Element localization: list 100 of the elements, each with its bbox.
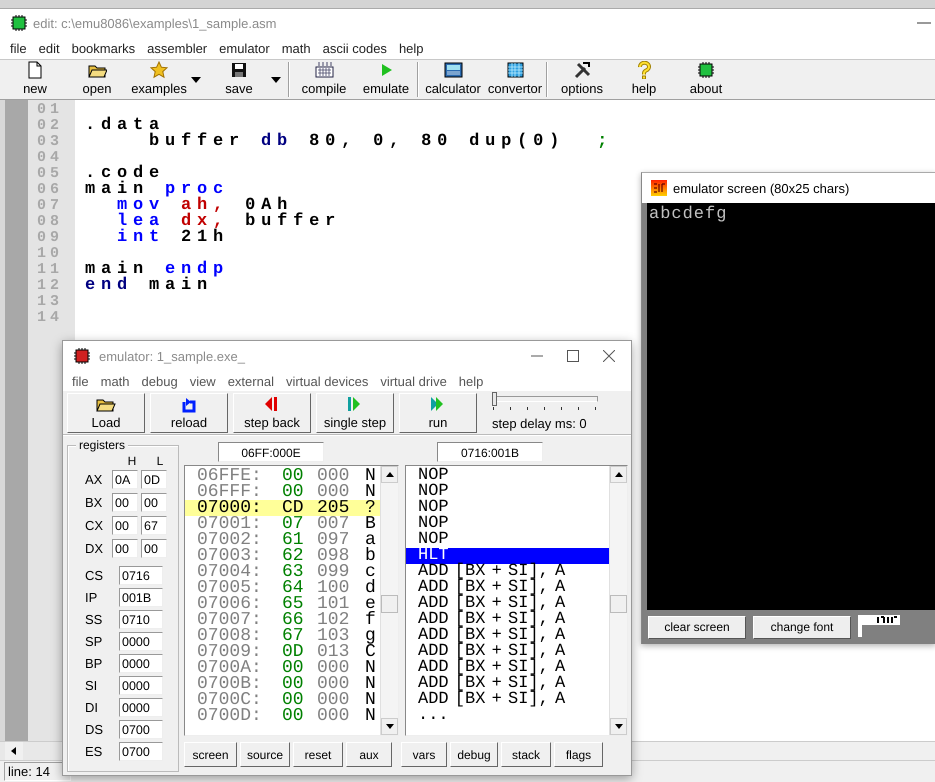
menu-item[interactable]: file xyxy=(4,40,33,56)
register-field[interactable]: 67 xyxy=(141,516,167,535)
address-field[interactable]: 0716:001B xyxy=(437,442,543,462)
slider-thumb[interactable] xyxy=(492,392,497,406)
disassembly-line[interactable]: ... xyxy=(406,708,609,724)
register-field[interactable]: 0700 xyxy=(119,720,163,738)
menu-item[interactable]: edit xyxy=(32,40,66,56)
disassembly-line[interactable]: ADD [BX + SI], A xyxy=(406,612,609,628)
register-field[interactable]: 0A xyxy=(112,470,138,489)
register-field[interactable]: 0716 xyxy=(119,566,163,584)
menu-item[interactable]: file xyxy=(66,374,95,388)
toolbar-button[interactable]: calculator xyxy=(422,60,484,99)
memory-row[interactable]: 0700C: 00 000 N xyxy=(185,692,380,708)
panel-button[interactable]: stack xyxy=(501,742,551,767)
toolbar-button[interactable]: save xyxy=(208,60,270,99)
menu-item[interactable]: math xyxy=(276,40,317,56)
register-field[interactable]: 00 xyxy=(141,493,167,512)
toolbar-button[interactable]: open xyxy=(66,60,128,99)
memory-row[interactable]: 07003: 62 098 b xyxy=(185,548,380,564)
disassembly-line[interactable]: ADD [BX + SI], A xyxy=(406,692,609,708)
memory-row[interactable]: 07002: 61 097 a xyxy=(185,532,380,548)
scrollbar[interactable] xyxy=(380,466,398,735)
register-field[interactable]: 0000 xyxy=(119,676,163,694)
panel-button[interactable]: source xyxy=(240,742,290,767)
memory-row[interactable]: 0700A: 00 000 N xyxy=(185,660,380,676)
register-field[interactable]: 001B xyxy=(119,588,163,606)
disassembly-line[interactable]: ADD [BX + SI], A xyxy=(406,596,609,612)
memory-row[interactable]: 07000: CD 205 ? xyxy=(185,500,380,516)
scroll-up-button[interactable] xyxy=(610,466,627,483)
register-field[interactable]: 00 xyxy=(112,516,138,535)
toolbar-button[interactable]: step back xyxy=(233,392,311,432)
memory-row[interactable]: 07009: 0D 013 C xyxy=(185,644,380,660)
toolbar-button[interactable]: new xyxy=(4,60,66,99)
toolbar-button[interactable]: Load xyxy=(67,392,145,432)
disassembly-line[interactable]: ADD [BX + SI], A xyxy=(406,660,609,676)
scrollbar[interactable] xyxy=(609,466,627,735)
panel-button[interactable]: screen xyxy=(184,742,237,767)
disassembly-line[interactable]: NOP xyxy=(406,532,609,548)
scroll-down-button[interactable] xyxy=(610,718,627,735)
memory-row[interactable]: 07006: 65 101 e xyxy=(185,596,380,612)
disassembly-line[interactable]: NOP xyxy=(406,500,609,516)
memory-row[interactable]: 07007: 66 102 f xyxy=(185,612,380,628)
toolbar-button[interactable]: about xyxy=(675,60,737,99)
toolbar-button[interactable]: convertor xyxy=(484,60,546,99)
register-field[interactable]: 0000 xyxy=(119,698,163,716)
register-field[interactable]: 0000 xyxy=(119,632,163,650)
change-font-button[interactable]: change font xyxy=(753,616,851,638)
scroll-left-button[interactable] xyxy=(5,742,23,760)
panel-button[interactable]: reset xyxy=(293,742,343,767)
memory-row[interactable]: 06FFF: 00 000 N xyxy=(185,484,380,500)
scroll-thumb[interactable] xyxy=(381,595,398,613)
register-field[interactable]: 00 xyxy=(141,539,167,558)
toolbar-button[interactable]: compile xyxy=(293,60,355,99)
caret-icon[interactable] xyxy=(190,76,202,84)
memory-list[interactable] xyxy=(184,465,399,736)
disassembly-line[interactable]: ADD [BX + SI], A xyxy=(406,564,609,580)
disassembly-line[interactable]: NOP xyxy=(406,468,609,484)
memory-row[interactable]: 0700D: 00 000 N xyxy=(185,708,380,724)
register-field[interactable]: 00 xyxy=(112,539,138,558)
address-field[interactable]: 06FF:000E xyxy=(218,442,324,462)
memory-row[interactable]: 07005: 64 100 d xyxy=(185,580,380,596)
menu-item[interactable]: math xyxy=(94,374,136,388)
toolbar-button[interactable]: emulate xyxy=(355,60,417,99)
menu-item[interactable]: help xyxy=(392,40,430,56)
disassembly-line[interactable]: NOP xyxy=(406,516,609,532)
toolbar-button[interactable]: single step xyxy=(316,392,394,432)
disassembly-line[interactable]: ADD [BX + SI], A xyxy=(406,644,609,660)
close-icon[interactable] xyxy=(603,350,615,362)
disassembly-line[interactable]: NOP xyxy=(406,484,609,500)
clear-screen-button[interactable]: clear screen xyxy=(648,616,746,638)
scroll-down-button[interactable] xyxy=(381,718,398,735)
disassembly-line[interactable]: ADD [BX + SI], A xyxy=(406,676,609,692)
toolbar-button[interactable]: options xyxy=(551,60,613,99)
horizontal-scrollbar[interactable] xyxy=(0,742,61,760)
register-field[interactable]: 0D xyxy=(141,470,167,489)
menu-item[interactable]: view xyxy=(184,374,222,388)
disassembly-list[interactable]: NOP NOP NOP NOP NOP HLT ADD [BX + SI], A ADD [BX + SI], A ADD [BX + SI], A ADD [BX + SI], A ADD [BX + SI], A ADD [BX + SI], A ADD [BX + SI], A ADD [BX + SI], A ADD [BX + SI], A ... xyxy=(405,465,628,736)
memory-row[interactable]: 0700B: 00 000 N xyxy=(185,676,380,692)
memory-row[interactable]: 07001: 07 007 B xyxy=(185,516,380,532)
memory-row[interactable]: 06FFE: 00 000 N xyxy=(185,468,380,484)
panel-button[interactable]: vars xyxy=(401,742,447,767)
panel-button[interactable]: debug xyxy=(450,742,498,767)
toolbar-button[interactable]: examples xyxy=(128,60,190,99)
toolbar-button[interactable]: reload xyxy=(150,392,228,432)
panel-button[interactable]: flags xyxy=(554,742,603,767)
register-field[interactable]: 0000 xyxy=(119,654,163,672)
menu-item[interactable]: virtual drive xyxy=(374,374,453,388)
register-field[interactable]: 00 xyxy=(112,493,138,512)
register-field[interactable]: 0700 xyxy=(119,742,163,760)
menu-item[interactable]: ascii codes xyxy=(316,40,393,56)
scroll-up-button[interactable] xyxy=(381,466,398,483)
toolbar-button[interactable]: run xyxy=(399,392,477,432)
disassembly-line[interactable]: ADD [BX + SI], A xyxy=(406,580,609,596)
memory-row[interactable]: 07004: 63 099 c xyxy=(185,564,380,580)
menu-item[interactable]: external xyxy=(222,374,280,388)
caret-icon[interactable] xyxy=(270,76,282,84)
menu-item[interactable]: assembler xyxy=(141,40,214,56)
menu-item[interactable]: bookmarks xyxy=(66,40,142,56)
menu-item[interactable]: debug xyxy=(136,374,184,388)
disassembly-line[interactable]: ADD [BX + SI], A xyxy=(406,628,609,644)
